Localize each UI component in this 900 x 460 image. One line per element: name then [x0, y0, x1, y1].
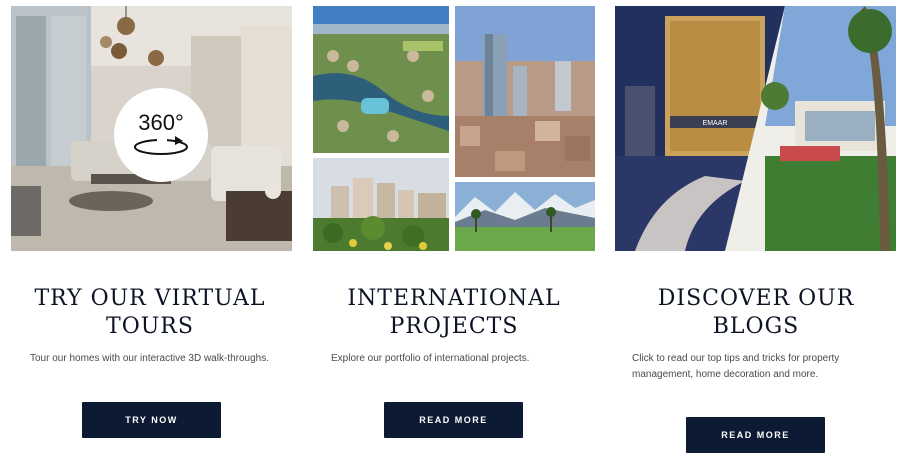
try-now-button[interactable]: TRY NOW	[82, 402, 221, 438]
360-label: 360°	[138, 110, 184, 135]
virtual-tour-image[interactable]: 360°	[11, 6, 292, 251]
card-title: INTERNATIONAL PROJECTS	[347, 286, 561, 339]
card-title: TRY OUR VIRTUAL TOURS	[34, 286, 266, 339]
card-title: DISCOVER OUR BLOGS	[657, 286, 855, 339]
card-description: Tour our homes with our interactive 3D w…	[30, 353, 269, 364]
read-more-button-blogs[interactable]: READ MORE	[686, 417, 825, 453]
360-badge[interactable]: 360°	[114, 88, 208, 182]
rotate-icon	[134, 136, 188, 155]
card-description: Explore our portfolio of international p…	[331, 353, 530, 364]
residential-towers-image[interactable]	[313, 158, 449, 251]
card-blogs: EMAAR DISCOVER OUR BLOGS Click to read o…	[604, 0, 900, 460]
city-towers-image[interactable]	[455, 6, 595, 177]
card-description: Click to read our top tips and tricks fo…	[632, 353, 840, 380]
card-virtual-tours: 360° TRY OUR VIRTUAL TOURS Tour our home…	[0, 0, 300, 460]
card-international-projects: INTERNATIONAL PROJECTS Explore our portf…	[302, 0, 606, 460]
read-more-button-projects[interactable]: READ MORE	[384, 402, 523, 438]
emaar-sign: EMAAR	[703, 120, 728, 127]
blogs-image[interactable]: EMAAR	[615, 6, 896, 251]
mountain-golf-image[interactable]	[455, 182, 595, 251]
golf-aerial-image[interactable]	[313, 6, 449, 153]
